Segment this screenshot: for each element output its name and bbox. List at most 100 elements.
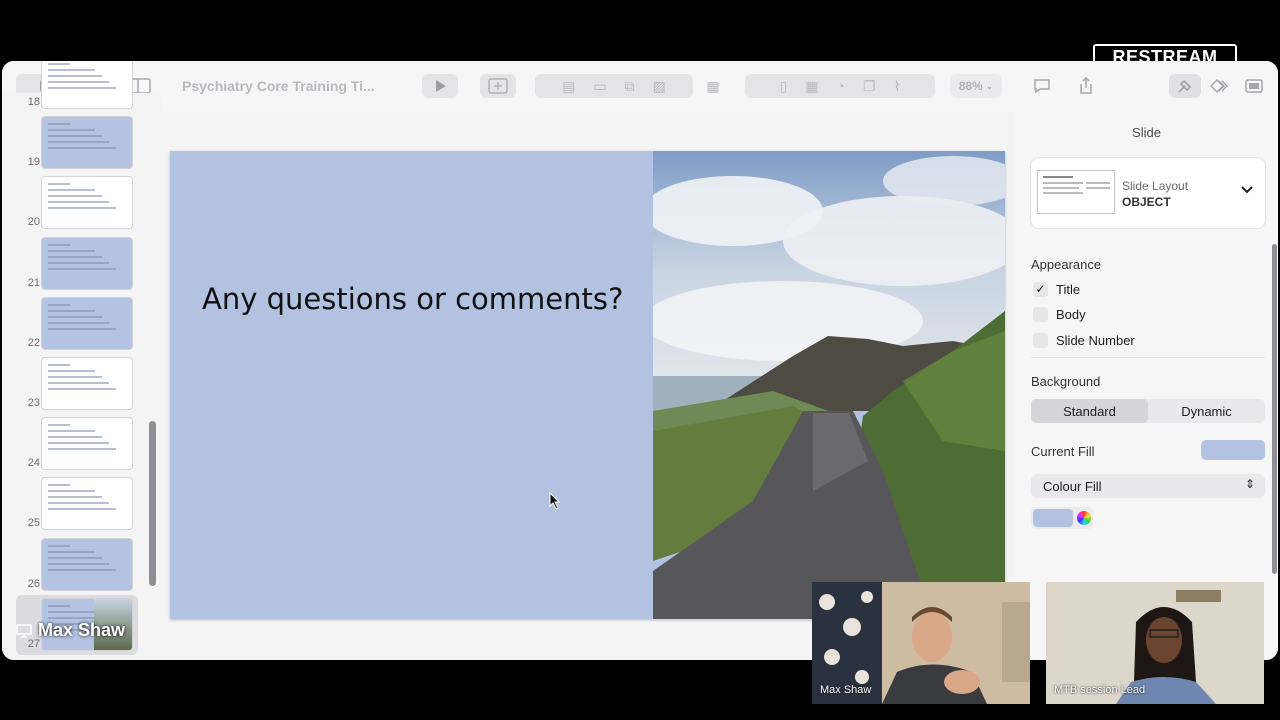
thumbnail-text-line bbox=[48, 87, 116, 89]
slide-title[interactable]: Any questions or comments? bbox=[202, 282, 623, 316]
inspector-sidebar: Slide Slide Layout OBJECT Appearance ✓ Ti… bbox=[1015, 61, 1278, 660]
inspector-heading: Slide bbox=[1132, 125, 1161, 140]
slide-number: 23 bbox=[27, 397, 40, 409]
thumbnail-text-line bbox=[48, 388, 116, 390]
thumbnail-text-line bbox=[48, 135, 102, 138]
thumbnail-text-line bbox=[48, 604, 70, 607]
slide-thumbnail[interactable] bbox=[42, 117, 132, 169]
comment-icon[interactable] bbox=[1029, 74, 1055, 98]
thumbnail-text-line bbox=[48, 249, 95, 252]
slide-thumbnail[interactable] bbox=[42, 358, 132, 409]
background-label: Background bbox=[1031, 374, 1101, 389]
grid-icon: ▦ bbox=[706, 77, 720, 94]
divider bbox=[1031, 357, 1265, 358]
thumbnail-text-line bbox=[48, 195, 102, 198]
zoom-select[interactable]: 88% ⌄ bbox=[950, 74, 1002, 98]
thumbnail-text-line bbox=[48, 315, 102, 318]
navigator-scrollbar[interactable] bbox=[149, 421, 156, 586]
insert-icon[interactable]: ▤ bbox=[562, 78, 575, 95]
thumbnail-text-line bbox=[48, 544, 70, 547]
document-setup-icon[interactable] bbox=[1241, 74, 1267, 98]
thumbnail-text-line bbox=[48, 484, 70, 487]
slide-thumbnail-row[interactable]: 26 bbox=[2, 535, 162, 595]
animate-icon[interactable] bbox=[1205, 74, 1235, 98]
thumbnail-text-line bbox=[48, 508, 116, 511]
attachment-icon[interactable]: ⌇ bbox=[894, 78, 901, 95]
slide-thumbnail[interactable] bbox=[42, 297, 132, 349]
thumbnail-text-line bbox=[48, 183, 70, 186]
slide-thumbnail-row[interactable]: 19 bbox=[2, 113, 162, 173]
slide-thumbnail[interactable] bbox=[42, 61, 132, 108]
table-icon[interactable]: ▦ bbox=[805, 78, 818, 95]
layout-value: OBJECT bbox=[1122, 195, 1171, 209]
chart-icon[interactable]: ◔ bbox=[837, 78, 845, 94]
participant-name: MTB session Lead bbox=[1054, 684, 1146, 696]
media-icon[interactable]: ▨ bbox=[653, 78, 666, 95]
share-icon[interactable] bbox=[1073, 74, 1099, 98]
document-title[interactable]: Psychiatry Core Training Ti... bbox=[182, 78, 375, 94]
slide-thumbnail-row[interactable]: 22 bbox=[2, 294, 162, 354]
colour-wheel-icon[interactable] bbox=[1077, 511, 1091, 525]
add-slide-button[interactable] bbox=[480, 74, 516, 98]
chevron-down-icon bbox=[1241, 182, 1253, 200]
thumbnail-text-line bbox=[48, 550, 95, 553]
appearance-label: Appearance bbox=[1031, 257, 1102, 272]
inspector-scrollbar[interactable] bbox=[1272, 244, 1277, 574]
appearance-checkbox-row[interactable]: ✓ Title bbox=[1033, 280, 1080, 298]
zoom-value: 88% bbox=[958, 79, 983, 93]
thumbnail-text-line bbox=[48, 303, 70, 306]
thumbnail-text-line bbox=[48, 424, 70, 427]
appearance-option-label: Slide Number bbox=[1056, 332, 1135, 348]
appearance-checkbox-row[interactable]: Body bbox=[1033, 306, 1086, 324]
slide-thumbnail-row[interactable]: 20 bbox=[2, 173, 162, 233]
slide-thumbnail[interactable] bbox=[42, 538, 132, 590]
slide-thumbnail[interactable] bbox=[42, 237, 132, 289]
thumbnail-text-line bbox=[48, 309, 95, 312]
participant-video-mtb-session-lead[interactable]: MTB session Lead bbox=[1046, 582, 1264, 704]
thumbnail-text-line bbox=[48, 502, 109, 505]
format-icon[interactable] bbox=[1169, 74, 1201, 98]
slide-thumbnail[interactable] bbox=[42, 418, 132, 470]
background-dynamic-option[interactable]: Dynamic bbox=[1148, 399, 1265, 423]
background-segmented-control: Standard Dynamic bbox=[1031, 399, 1265, 423]
current-slide[interactable]: Any questions or comments? bbox=[170, 151, 1005, 619]
slide-thumbnail[interactable] bbox=[42, 478, 132, 530]
thumbnail-text-line bbox=[48, 75, 102, 77]
current-fill-swatch[interactable] bbox=[1201, 440, 1265, 460]
slide-layout-picker[interactable]: Slide Layout OBJECT bbox=[1031, 158, 1265, 228]
colour-well[interactable] bbox=[1031, 507, 1093, 529]
slide-number: 18 bbox=[27, 96, 40, 108]
thumbnail-text-line bbox=[48, 382, 109, 384]
text-box-icon[interactable]: ▭ bbox=[593, 78, 606, 95]
fill-type-value: Colour Fill bbox=[1043, 479, 1102, 494]
thumbnail-text-line bbox=[48, 201, 109, 204]
background-standard-option[interactable]: Standard bbox=[1031, 399, 1148, 423]
thumbnail-text-line bbox=[48, 556, 102, 559]
checkmark-icon[interactable]: ✓ bbox=[1033, 281, 1048, 297]
document-icon[interactable]: ▯ bbox=[780, 78, 788, 95]
checkbox[interactable] bbox=[1033, 307, 1048, 322]
play-button[interactable] bbox=[422, 74, 458, 98]
fill-type-select[interactable]: Colour Fill ⇕ bbox=[1031, 474, 1265, 498]
checkbox[interactable] bbox=[1033, 332, 1048, 348]
slide-landscape-photo[interactable] bbox=[653, 151, 1005, 619]
appearance-checkbox-row[interactable]: Slide Number bbox=[1033, 331, 1135, 349]
slide-thumbnail-row[interactable]: 24 bbox=[2, 414, 162, 474]
slide-thumbnail-row[interactable]: 23 bbox=[2, 354, 162, 414]
slide-thumbnail-row[interactable]: 25 bbox=[2, 474, 162, 534]
thumbnail-text-line bbox=[48, 255, 102, 258]
participant-video-max-shaw[interactable]: Max Shaw bbox=[812, 582, 1030, 704]
slide-thumbnail-row[interactable]: 21 bbox=[2, 234, 162, 294]
slide-thumbnail[interactable] bbox=[42, 177, 132, 229]
appearance-option-label: Body bbox=[1056, 307, 1086, 322]
thumbnail-text-line bbox=[48, 243, 70, 246]
thumbnail-text-line bbox=[48, 430, 95, 433]
active-speaker-name: Max Shaw bbox=[38, 620, 126, 640]
slide-number: 21 bbox=[27, 276, 40, 289]
appearance-option-label: Title bbox=[1056, 281, 1081, 297]
shape-add-icon[interactable]: ⧉ bbox=[625, 78, 635, 95]
play-icon bbox=[436, 80, 446, 92]
slide-thumbnail-row[interactable]: 18 bbox=[2, 61, 162, 113]
shape-icon[interactable]: ❐ bbox=[863, 78, 876, 95]
thumbnail-text-line bbox=[48, 448, 116, 451]
